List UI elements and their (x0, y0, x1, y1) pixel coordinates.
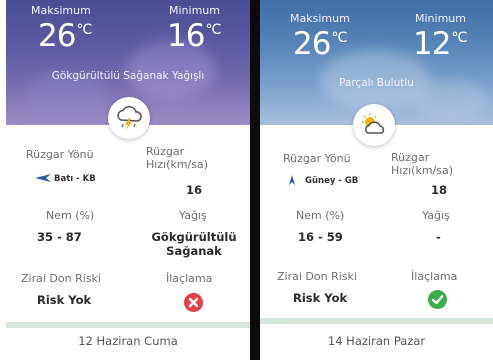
min-label: Minimum (415, 12, 466, 25)
humidity-value: 16 - 59 (298, 230, 343, 244)
precipitation-label: Yağış (422, 209, 450, 222)
card-footer-divider (260, 318, 493, 324)
max-label: Maksimum (290, 12, 350, 25)
wind-arrow-icon (289, 175, 295, 185)
close-icon (184, 293, 203, 312)
humidity-label: Nem (%) (296, 209, 345, 222)
max-temp: 26°C (293, 26, 347, 62)
humidity-value: 35 - 87 (37, 230, 82, 244)
humidity-label: Nem (%) (46, 209, 95, 222)
forecast-card-day-2[interactable]: Maksimum 26°C Minimum 12°C Parçalı Bulut… (260, 0, 493, 350)
weather-condition: Parçalı Bulutlu (339, 77, 414, 89)
spraying-label: İlaçlama (411, 270, 458, 283)
wind-direction-label: Rüzgar Yönü (283, 152, 351, 165)
frost-risk-value: Risk Yok (293, 291, 348, 305)
wind-speed-label: Rüzgar Hızı(km/sa) (146, 145, 209, 171)
max-temp: 26°C (38, 18, 92, 54)
forecast-date: 14 Haziran Pazar (327, 334, 426, 348)
precipitation-value: - (436, 230, 441, 244)
wind-speed-value: 18 (431, 183, 448, 197)
wind-arrow-icon (35, 174, 51, 182)
min-temp: 12°C (413, 26, 467, 62)
frost-risk-value: Risk Yok (37, 293, 92, 307)
frost-risk-label: Zirai Don Riski (21, 272, 101, 285)
card-separator (250, 0, 260, 360)
forecast-card-day-1[interactable]: Maksimum 26°C Minimum 16°C Gökgürültülü … (6, 0, 250, 350)
min-label: Minimum (169, 4, 220, 17)
wind-direction-value: Batı - KB (35, 174, 96, 184)
precipitation-label: Yağış (179, 209, 207, 222)
forecast-date: 12 Haziran Cuma (78, 334, 178, 348)
spraying-label: İlaçlama (166, 272, 213, 285)
weather-condition: Gökgürültülü Sağanak Yağışlı (51, 70, 205, 82)
min-temp: 16°C (167, 18, 221, 54)
wind-speed-label: Rüzgar Hızı(km/sa) (391, 151, 454, 177)
precipitation-value: Gökgürültülü Sağanak (151, 230, 237, 258)
card-footer-divider (6, 322, 250, 328)
partly-cloudy-icon (353, 104, 395, 146)
frost-risk-label: Zirai Don Riski (277, 270, 357, 283)
wind-direction-label: Rüzgar Yönü (26, 148, 94, 161)
thunderstorm-icon (108, 97, 150, 139)
wind-speed-value: 16 (186, 183, 203, 197)
check-icon (428, 290, 447, 309)
max-label: Maksimum (31, 4, 91, 17)
wind-direction-value: Güney - GB (289, 175, 358, 186)
